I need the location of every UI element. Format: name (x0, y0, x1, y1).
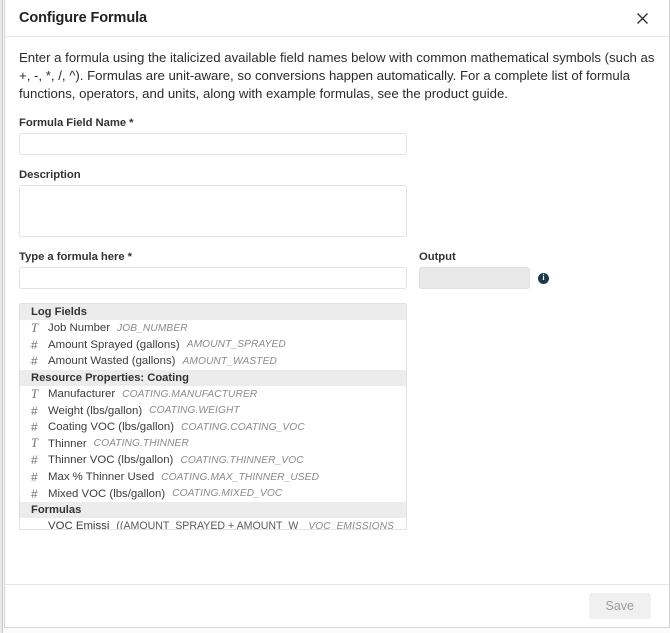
list-item-key: COATING.THINNER (94, 438, 189, 449)
list-item-key: AMOUNT_WASTED (182, 356, 277, 367)
list-item-key: COATING.MAX_THINNER_USED (161, 472, 319, 483)
dialog-footer: Save (5, 584, 669, 627)
formula-field-name-input[interactable] (19, 133, 407, 155)
list-item-label: Thinner (48, 438, 87, 450)
number-type-icon: # (31, 420, 48, 434)
description-group: Description (19, 169, 655, 237)
list-item[interactable]: #Max % Thinner Used COATING.MAX_THINNER_U… (20, 469, 406, 486)
output-row: i (419, 267, 549, 289)
text-type-icon: T (31, 387, 48, 402)
number-type-icon: # (31, 487, 48, 501)
list-item-key: VOC_EMISSIONS (308, 521, 394, 530)
number-type-icon: # (31, 453, 48, 467)
number-type-icon: # (31, 354, 48, 368)
formula-and-output-row: Type a formula here * Output i (19, 251, 655, 289)
formula-label: Type a formula here * (19, 251, 407, 263)
list-item-key: JOB_NUMBER (117, 323, 188, 334)
list-item[interactable]: TManufacturer COATING.MANUFACTURER (20, 386, 406, 403)
background-page-edge (0, 0, 3, 633)
list-section-header: Resource Properties: Coating (20, 370, 406, 386)
formula-field-name-group: Formula Field Name * (19, 117, 655, 155)
number-type-icon: # (31, 470, 48, 484)
save-button[interactable]: Save (589, 593, 652, 619)
list-item[interactable]: #Coating VOC (lbs/gallon) COATING.COATING… (20, 419, 406, 436)
available-fields-list[interactable]: Log FieldsTJob NumberJOB_NUMBER#Amount S… (19, 303, 407, 530)
configure-formula-dialog: Configure Formula Enter a formula using … (4, 0, 670, 628)
formula-field-name-label: Formula Field Name * (19, 117, 655, 129)
text-type-icon: T (31, 436, 48, 451)
list-item-expression: ((AMOUNT_SPRAYED + AMOUNT_WASTED) * CO (116, 520, 298, 530)
output-group: Output i (419, 251, 549, 289)
list-item-label: Weight (lbs/gallon) (48, 405, 142, 417)
list-item-label: Job Number (48, 322, 110, 334)
list-item-label: Thinner VOC (lbs/gallon) (48, 454, 173, 466)
number-type-icon: # (31, 404, 48, 418)
list-item[interactable]: TJob Number JOB_NUMBER (20, 320, 406, 337)
list-item-key: COATING.COATING_VOC (181, 422, 305, 433)
formula-group: Type a formula here * (19, 251, 407, 289)
list-item-key: COATING.WEIGHT (149, 405, 240, 416)
list-item-label: Amount Wasted (gallons) (48, 355, 175, 367)
number-type-icon: # (31, 338, 48, 352)
dialog-title: Configure Formula (19, 10, 631, 26)
description-label: Description (19, 169, 655, 181)
list-item-label: VOC Emissi (48, 520, 109, 530)
instructions-text: Enter a formula using the italicized ava… (19, 49, 664, 103)
list-item[interactable]: #Thinner VOC (lbs/gallon) COATING.THINNER… (20, 452, 406, 469)
dialog-body: Enter a formula using the italicized ava… (5, 37, 669, 584)
list-item-label: Manufacturer (48, 388, 115, 400)
text-type-icon: T (31, 321, 48, 336)
list-section-header: Formulas (20, 502, 406, 518)
close-icon[interactable] (631, 7, 653, 29)
list-item[interactable]: #Amount Wasted (gallons) AMOUNT_WASTED (20, 353, 406, 370)
list-item-label: Max % Thinner Used (48, 471, 154, 483)
list-item-key: COATING.MIXED_VOC (172, 488, 282, 499)
list-item-key: COATING.THINNER_VOC (180, 455, 303, 466)
formula-input[interactable] (19, 267, 407, 289)
list-item-label: Mixed VOC (lbs/gallon) (48, 488, 165, 500)
list-item-key: COATING.MANUFACTURER (122, 389, 257, 400)
list-item-key: AMOUNT_SPRAYED (187, 339, 286, 350)
list-section-header: Log Fields (20, 304, 406, 320)
description-input[interactable] (19, 185, 407, 237)
info-icon[interactable]: i (538, 273, 549, 284)
list-item[interactable]: #Mixed VOC (lbs/gallon) COATING.MIXED_VOC (20, 485, 406, 502)
output-input (419, 267, 530, 289)
list-item[interactable]: #Weight (lbs/gallon) COATING.WEIGHT (20, 402, 406, 419)
list-item[interactable]: #Amount Sprayed (gallons) AMOUNT_SPRAYED (20, 337, 406, 354)
list-item-label: Amount Sprayed (gallons) (48, 339, 180, 351)
dialog-header: Configure Formula (5, 0, 669, 37)
output-label: Output (419, 251, 549, 263)
list-item[interactable]: VOC Emissi ((AMOUNT_SPRAYED + AMOUNT_WAST… (20, 518, 406, 530)
list-item[interactable]: TThinner COATING.THINNER (20, 436, 406, 453)
list-item-label: Coating VOC (lbs/gallon) (48, 421, 174, 433)
